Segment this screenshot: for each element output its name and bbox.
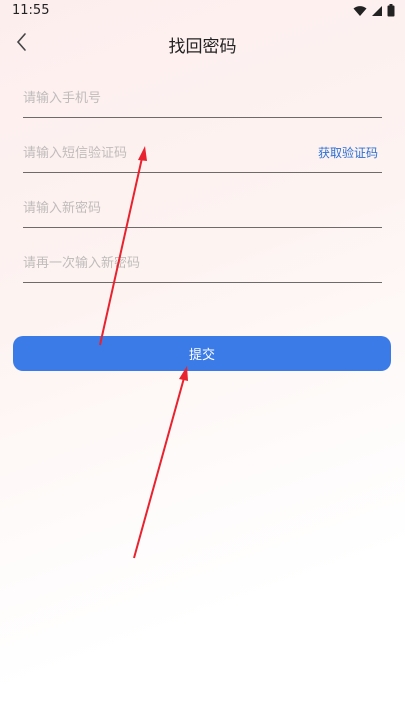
status-bar: 11:55 [0,0,405,22]
nav-bar: 找回密码 [0,22,405,62]
confirm-password-field [23,242,382,283]
wifi-icon [353,5,367,16]
sms-code-field: 获取验证码 [23,132,382,173]
page-title: 找回密码 [168,37,237,57]
confirm-password-input[interactable] [23,250,303,276]
status-time: 11:55 [12,3,50,18]
submit-button[interactable]: 提交 [13,336,391,371]
get-code-button[interactable]: 获取验证码 [318,144,378,161]
phone-field [23,77,382,118]
signal-icon [372,5,382,16]
phone-input[interactable] [23,85,303,111]
new-password-field [23,187,382,228]
sms-code-input[interactable] [23,140,303,166]
new-password-input[interactable] [23,195,303,221]
annotation-arrow-2 [133,377,185,559]
status-icons [353,4,395,17]
battery-icon [387,4,395,17]
